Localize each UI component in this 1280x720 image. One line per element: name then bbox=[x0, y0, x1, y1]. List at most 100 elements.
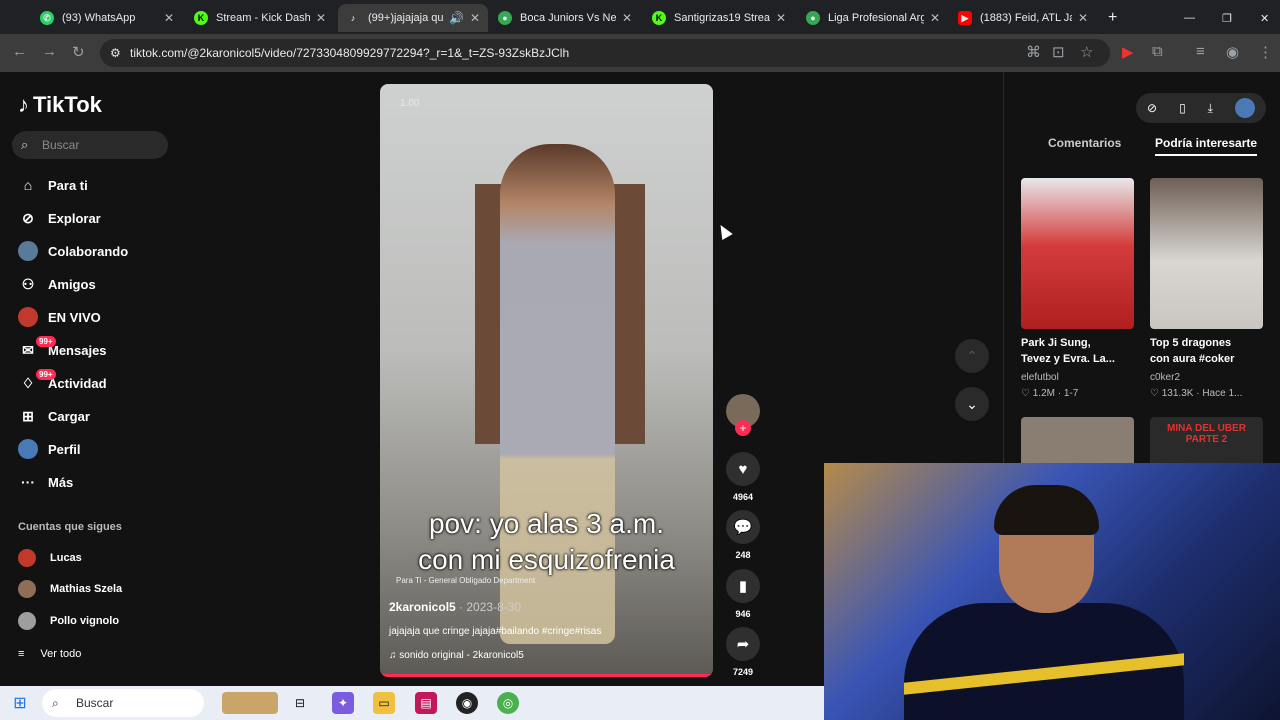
see-all-link[interactable]: ≡ Ver todo bbox=[18, 643, 81, 665]
forward-icon[interactable]: → bbox=[42, 43, 57, 60]
back-icon[interactable]: ← bbox=[12, 43, 27, 60]
video-sound[interactable]: ♫ sonido original - 2karonicol5 bbox=[389, 650, 524, 661]
site-info-icon[interactable]: ⚙ bbox=[110, 39, 121, 67]
video-location: Para Ti - General Obligado Department bbox=[396, 576, 536, 585]
share-button[interactable]: ➦ 7249 bbox=[723, 627, 763, 677]
obs-icon[interactable]: ◉ bbox=[456, 692, 478, 714]
nav-cargar[interactable]: ⊞ Cargar bbox=[18, 404, 90, 428]
following-item-pollo[interactable]: Pollo vignolo bbox=[18, 610, 119, 632]
recommendation-title[interactable]: Top 5 dragones con aura #coker bbox=[1150, 335, 1234, 367]
recommendation-thumbnail[interactable] bbox=[1150, 178, 1263, 329]
taskbar-search-input[interactable]: ⌕ Buscar bbox=[42, 689, 204, 717]
reload-icon[interactable]: ↻ bbox=[72, 43, 85, 61]
close-icon[interactable]: ✕ bbox=[316, 11, 326, 25]
bookmark-star-icon[interactable]: ☆ bbox=[1080, 43, 1093, 61]
chevron-down-icon: ≡ bbox=[18, 648, 25, 660]
video-caption-line1: pov: yo alas 3 a.m. bbox=[428, 508, 664, 539]
new-tab-button[interactable]: + bbox=[1100, 4, 1124, 32]
close-icon[interactable]: ✕ bbox=[164, 11, 174, 25]
next-video-button[interactable]: ⌄ bbox=[955, 387, 989, 421]
tab-comentarios[interactable]: Comentarios bbox=[1048, 136, 1121, 150]
globe-icon: ● bbox=[806, 11, 820, 25]
close-icon[interactable]: ✕ bbox=[776, 11, 786, 25]
kick-icon: K bbox=[652, 11, 666, 25]
like-button[interactable]: ♥ 4964 bbox=[723, 452, 763, 502]
nav-mas[interactable]: ··· Más bbox=[18, 470, 73, 494]
download-icon[interactable]: ⤓ bbox=[1208, 101, 1213, 116]
avatar[interactable] bbox=[1234, 98, 1255, 118]
tab-liga[interactable]: ● Liga Profesional Arge ✕ bbox=[798, 4, 948, 32]
extensions-puzzle-icon[interactable]: ⧉ bbox=[1152, 43, 1163, 60]
kick-icon: K bbox=[194, 11, 208, 25]
app-icon[interactable]: ▤ bbox=[415, 692, 437, 714]
minimize-button[interactable]: — bbox=[1176, 4, 1196, 32]
tab-whatsapp[interactable]: ✆ (93) WhatsApp ✕ bbox=[32, 4, 182, 32]
close-icon[interactable]: ✕ bbox=[470, 11, 480, 25]
compass-icon[interactable]: ⊘ bbox=[1147, 101, 1157, 115]
home-icon: ⌂ bbox=[23, 177, 33, 193]
url-input[interactable]: ⚙ tiktok.com/@2karonicol5/video/72733048… bbox=[100, 39, 1110, 67]
following-item-mathias[interactable]: Mathias Szela bbox=[18, 578, 122, 600]
translate-icon[interactable]: ⌘ bbox=[1026, 43, 1041, 61]
close-icon[interactable]: ✕ bbox=[622, 11, 632, 25]
previous-video-button[interactable]: ⌃ bbox=[955, 339, 989, 373]
video-progress-bar[interactable] bbox=[380, 674, 713, 677]
video-author[interactable]: 2karonicol5 · 2023-8-30 bbox=[389, 600, 521, 614]
task-view-icon[interactable]: ⊟ bbox=[289, 692, 311, 714]
windows-start-icon[interactable]: ⊞ bbox=[9, 692, 31, 714]
avatar bbox=[18, 580, 36, 598]
video-time: 1.00 bbox=[400, 98, 420, 109]
tab-kick-dashboard[interactable]: K Stream - Kick Dashbo ✕ bbox=[186, 4, 334, 32]
video-description: jajajaja que cringe jajaja#bailando #cri… bbox=[389, 626, 602, 637]
maximize-button[interactable]: ❐ bbox=[1214, 4, 1234, 32]
webcam-overlay bbox=[824, 463, 1280, 720]
nav-perfil[interactable]: Perfil bbox=[18, 437, 81, 461]
comment-button[interactable]: 💬 248 bbox=[723, 510, 763, 560]
globe-icon: ● bbox=[498, 11, 512, 25]
save-button[interactable]: ▮ 946 bbox=[723, 569, 763, 619]
bookmark-icon: ▮ bbox=[726, 569, 760, 603]
tab-boca[interactable]: ● Boca Juniors Vs New ✕ bbox=[490, 4, 640, 32]
nav-amigos[interactable]: ⚇ Amigos bbox=[18, 272, 96, 296]
extension-icon[interactable]: ▶ bbox=[1122, 43, 1134, 61]
recommendation-thumbnail[interactable] bbox=[1021, 178, 1134, 329]
recommendation-meta: ♡ 131.3K · Hace 1... bbox=[1150, 388, 1243, 399]
close-icon[interactable]: ✕ bbox=[1078, 11, 1088, 25]
tab-santigrizas[interactable]: K Santigrizas19 Stream ✕ bbox=[644, 4, 794, 32]
address-bar: ← → ↻ ⚙ tiktok.com/@2karonicol5/video/72… bbox=[0, 34, 1280, 72]
recommendation-title[interactable]: Park Ji Sung, Tevez y Evra. La... bbox=[1021, 335, 1115, 367]
close-icon[interactable]: ✕ bbox=[930, 11, 940, 25]
following-item-lucas[interactable]: Lucas bbox=[18, 547, 82, 569]
tab-podria-interesarte[interactable]: Podría interesarte bbox=[1155, 136, 1258, 156]
chrome-icon[interactable]: ◎ bbox=[497, 692, 519, 714]
nav-actividad[interactable]: ♢ 99+ Actividad bbox=[18, 369, 107, 395]
activity-icon: ♢ 99+ bbox=[18, 369, 56, 393]
recommendation-author[interactable]: elefutbol bbox=[1021, 372, 1059, 383]
recommendation-author[interactable]: c0ker2 bbox=[1150, 372, 1180, 383]
nav-explorar[interactable]: ⊘ Explorar bbox=[18, 206, 101, 230]
install-icon[interactable]: ⊡ bbox=[1052, 43, 1065, 61]
media-icon[interactable]: ≡ bbox=[1196, 43, 1205, 60]
tiktok-logo[interactable]: ♪ TikTok bbox=[18, 92, 102, 118]
search-input[interactable]: ⌕ Buscar bbox=[12, 131, 168, 159]
author-avatar[interactable]: + bbox=[723, 394, 763, 436]
speaker-icon[interactable]: 🔊 bbox=[449, 11, 464, 25]
tab-youtube[interactable]: ▶ (1883) Feid, ATL Jaco ✕ bbox=[950, 4, 1096, 32]
nav-colaborando[interactable]: Colaborando bbox=[18, 239, 128, 263]
nav-para-ti[interactable]: ⌂ Para ti bbox=[18, 173, 88, 197]
tab-tiktok[interactable]: ♪ (99+)jajajaja que 🔊 ✕ bbox=[338, 4, 488, 32]
follow-plus-icon[interactable]: + bbox=[735, 420, 751, 436]
file-explorer-icon[interactable]: ▭ bbox=[373, 692, 395, 714]
profile-avatar-icon[interactable]: ◉ bbox=[1226, 43, 1239, 61]
nav-en-vivo[interactable]: EN VIVO bbox=[18, 305, 101, 329]
youtube-icon: ▶ bbox=[958, 11, 972, 25]
video-player[interactable]: 1.00 pov: yo alas 3 a.m. con mi esquizof… bbox=[380, 84, 713, 677]
menu-icon[interactable]: ⋮ bbox=[1258, 43, 1273, 61]
copilot-icon[interactable]: ✦ bbox=[332, 692, 354, 714]
nav-mensajes[interactable]: ✉ 99+ Mensajes bbox=[18, 336, 107, 362]
device-icon[interactable]: ▯ bbox=[1179, 101, 1186, 115]
close-window-button[interactable]: ✕ bbox=[1252, 4, 1272, 32]
heart-icon: ♥ bbox=[726, 452, 760, 486]
comment-icon: 💬 bbox=[726, 510, 760, 544]
widget-icon[interactable] bbox=[222, 692, 278, 714]
